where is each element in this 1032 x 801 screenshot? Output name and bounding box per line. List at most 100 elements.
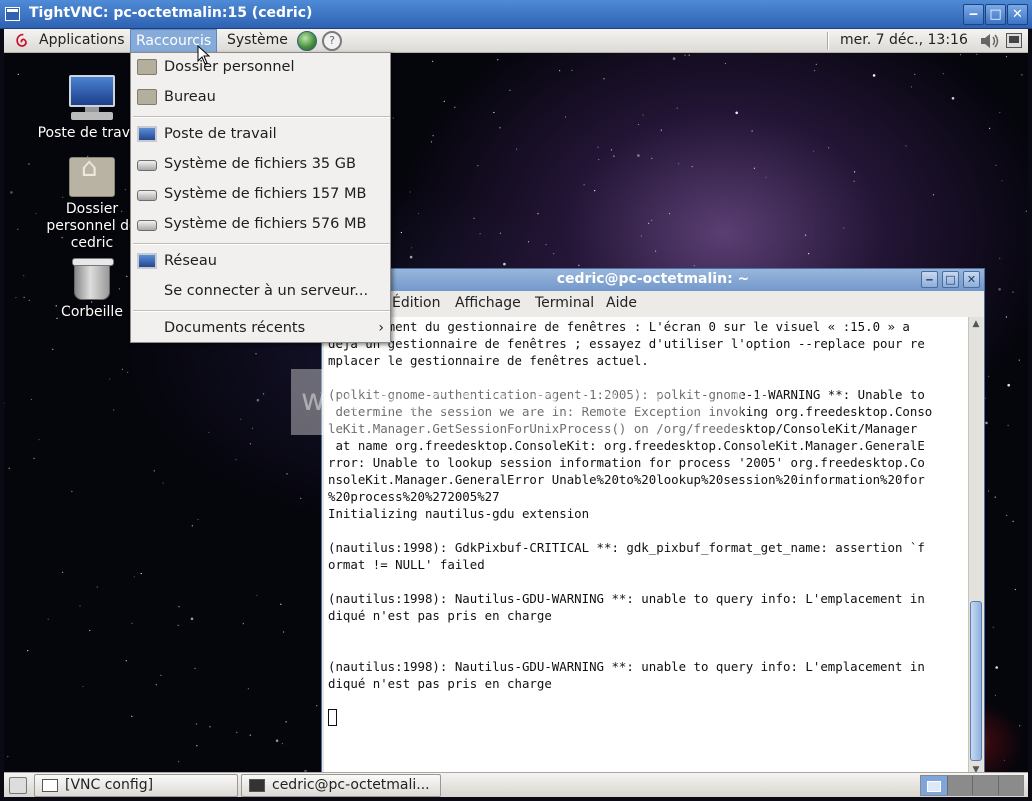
star [843, 227, 845, 229]
trash-icon [72, 258, 114, 300]
menu-item-label: Bureau [164, 89, 216, 105]
menu-applications[interactable]: Applications [34, 29, 130, 53]
vnc-app-icon[interactable] [5, 7, 20, 21]
star [648, 222, 650, 224]
star [565, 116, 567, 118]
terminal-maximize-button[interactable]: □ [942, 271, 959, 288]
vnc-window-title: TightVNC: pc-octetmalin:15 (cedric) [29, 5, 313, 21]
terminal-line: (nautilus:1998): Nautilus-GDU-WARNING **… [328, 591, 925, 606]
menu-aide[interactable]: Aide [606, 295, 637, 311]
taskbar-item-vnc-config[interactable]: [VNC config] [34, 774, 238, 797]
star [443, 100, 445, 102]
star [812, 150, 815, 152]
workspace-2[interactable] [948, 776, 974, 795]
scrollbar-thumb[interactable] [970, 601, 982, 761]
star [499, 232, 501, 234]
menu-item-poste-de-travail[interactable]: Poste de travail [131, 120, 390, 149]
star [477, 165, 479, 167]
star [998, 288, 1001, 291]
menu-item-dossier-personnel[interactable]: Dossier personnel [131, 53, 390, 82]
maximize-button[interactable]: □ [985, 4, 1006, 25]
terminal-minimize-button[interactable]: ‒ [921, 271, 938, 288]
display-icon[interactable] [1006, 33, 1022, 48]
help-icon[interactable]: ? [322, 31, 342, 51]
taskbar-item-label: [VNC config] [65, 777, 154, 793]
star [959, 54, 962, 56]
menu-item-bureau[interactable]: Bureau [131, 83, 390, 112]
scroll-up-arrow-icon[interactable]: ▲ [969, 317, 983, 331]
network-browser-icon[interactable] [297, 31, 317, 51]
menu-edition[interactable]: Édition [392, 295, 440, 311]
workspace-1[interactable] [921, 776, 948, 795]
menu-separator [133, 116, 390, 118]
star [603, 78, 605, 80]
menu-item-connect-server[interactable]: Se connecter à un serveur... [131, 277, 390, 306]
menu-item-documents-recents[interactable]: Documents récents › [131, 314, 390, 343]
star [808, 253, 810, 255]
star [209, 726, 211, 728]
menu-item-label: Système de fichiers 576 MB [164, 216, 367, 232]
star [1006, 514, 1008, 516]
taskbar-item-terminal[interactable]: cedric@pc-octetmali... [241, 774, 441, 797]
star [162, 482, 164, 484]
star [735, 111, 738, 115]
star [194, 667, 196, 669]
menu-item-reseau[interactable]: Réseau [131, 247, 390, 276]
workspace-3[interactable] [973, 776, 999, 795]
terminal-line: diqué n'est pas pris en charge [328, 608, 552, 623]
chevron-right-icon: › [378, 320, 384, 336]
star [995, 164, 997, 166]
star [409, 191, 411, 193]
terminal-window[interactable]: cedric@pc-octetmalin: ~ ‒ □ ✕ Édition Af… [321, 268, 985, 772]
clock[interactable]: mer. 7 déc., 13:16 [840, 29, 968, 53]
scroll-down-arrow-icon[interactable]: ▼ [969, 763, 983, 772]
star [236, 731, 238, 734]
star [33, 457, 35, 459]
star [15, 297, 17, 299]
star [1007, 383, 1010, 387]
star [676, 107, 678, 109]
star [640, 235, 642, 237]
show-desktop-icon[interactable] [9, 777, 27, 794]
menu-item-fs-35gb[interactable]: Système de fichiers 35 GB [131, 150, 390, 179]
menu-affichage[interactable]: Affichage [455, 295, 521, 311]
workspace-4[interactable] [999, 776, 1023, 795]
workspace-switcher[interactable] [920, 775, 1024, 796]
star [79, 605, 81, 607]
close-button[interactable]: ✕ [1007, 4, 1028, 25]
star [473, 217, 475, 219]
star [668, 213, 671, 215]
star [988, 490, 990, 492]
menu-terminal[interactable]: Terminal [535, 295, 594, 311]
vnc-window-titlebar[interactable]: TightVNC: pc-octetmalin:15 (cedric) ‒ □ … [0, 0, 1032, 29]
terminal-scrollbar[interactable]: ▲ ▼ [968, 317, 983, 772]
star [951, 97, 955, 100]
terminal-close-button[interactable]: ✕ [963, 271, 980, 288]
terminal-cursor [328, 709, 337, 726]
star [932, 194, 935, 196]
volume-icon[interactable] [980, 33, 1000, 49]
star [999, 257, 1001, 259]
menu-separator [133, 310, 390, 312]
minimize-button[interactable]: ‒ [963, 4, 984, 25]
star [82, 685, 84, 688]
star [637, 123, 640, 126]
menu-item-fs-157mb[interactable]: Système de fichiers 157 MB [131, 180, 390, 209]
menu-item-fs-576mb[interactable]: Système de fichiers 576 MB [131, 210, 390, 239]
terminal-titlebar[interactable]: cedric@pc-octetmalin: ~ ‒ □ ✕ [322, 269, 984, 291]
menu-separator [133, 243, 390, 245]
star [196, 745, 198, 747]
star [190, 617, 194, 621]
star [553, 253, 555, 255]
terminal-line: ormat != NULL' failed [328, 557, 485, 572]
star [942, 73, 944, 75]
star [989, 127, 991, 129]
star [493, 111, 495, 114]
star [195, 723, 198, 725]
star [753, 167, 756, 169]
star [853, 180, 855, 182]
star [660, 129, 662, 131]
star [976, 53, 978, 55]
menu-systeme[interactable]: Système [222, 29, 293, 53]
star [988, 375, 990, 377]
